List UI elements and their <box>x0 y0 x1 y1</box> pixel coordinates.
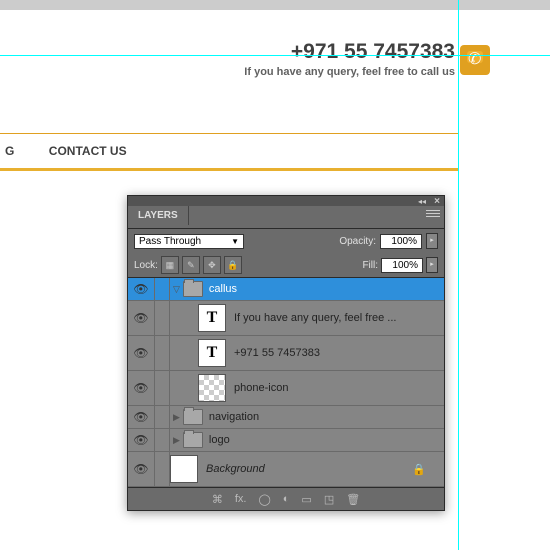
panel-tabs: LAYERS <box>128 206 444 229</box>
layer-name[interactable]: callus <box>209 283 444 295</box>
fill-label: Fill: <box>362 260 378 271</box>
lock-pixels-icon[interactable]: ✎ <box>182 256 200 274</box>
disclosure-icon[interactable]: ▶ <box>173 412 180 423</box>
text-layer-icon: T <box>198 304 226 332</box>
new-layer-icon[interactable]: ◳ <box>324 493 334 506</box>
folder-icon <box>183 409 203 425</box>
visibility-icon[interactable]: 👁 <box>128 301 155 335</box>
fill-arrow-icon[interactable]: ▸ <box>426 257 438 273</box>
fill-input[interactable]: 100% <box>381 258 423 273</box>
query-text: If you have any query, feel free to call… <box>244 66 455 78</box>
blend-mode-value: Pass Through <box>139 236 201 247</box>
link-layers-icon[interactable]: ⌘ <box>212 493 223 506</box>
folder-icon <box>183 281 203 297</box>
visibility-icon[interactable]: 👁 <box>128 452 155 486</box>
opacity-label: Opacity: <box>339 236 376 247</box>
lock-all-icon[interactable]: 🔒 <box>224 256 242 274</box>
header-block: +971 55 7457383 If you have any query, f… <box>244 40 455 78</box>
chevron-down-icon: ▼ <box>231 237 239 246</box>
visibility-icon[interactable]: 👁 <box>128 336 155 370</box>
layer-list: 👁 ▽ callus 👁 T If you have any query, fe… <box>128 278 444 487</box>
visibility-icon[interactable]: 👁 <box>128 429 155 451</box>
nav-item-contact[interactable]: CONTACT US <box>49 144 127 158</box>
fx-icon[interactable]: fx. <box>235 493 247 505</box>
link-column <box>155 336 170 370</box>
collapse-icon[interactable]: ◂◂ <box>418 197 426 206</box>
disclosure-icon[interactable]: ▶ <box>173 435 180 446</box>
layer-name[interactable]: If you have any query, feel free ... <box>234 312 444 324</box>
phone-icon <box>460 45 490 75</box>
blend-mode-select[interactable]: Pass Through ▼ <box>134 234 244 249</box>
layer-group-navigation[interactable]: 👁 ▶ navigation <box>128 406 444 429</box>
lock-position-icon[interactable]: ✥ <box>203 256 221 274</box>
link-column <box>155 406 170 428</box>
visibility-icon[interactable]: 👁 <box>128 371 155 405</box>
layer-background[interactable]: 👁 Background 🔒 <box>128 452 444 487</box>
trash-icon[interactable]: 🗑 <box>346 493 360 506</box>
ruler-top <box>0 0 550 10</box>
visibility-icon[interactable]: 👁 <box>128 278 155 300</box>
guide-vertical[interactable] <box>458 0 459 550</box>
lock-label: Lock: <box>134 260 158 271</box>
visibility-icon[interactable]: 👁 <box>128 406 155 428</box>
blend-row: Pass Through ▼ Opacity: 100% ▸ <box>128 229 444 253</box>
disclosure-icon[interactable]: ▽ <box>173 284 180 295</box>
layer-name[interactable]: navigation <box>209 411 444 423</box>
nav-bar: G CONTACT US <box>0 133 458 171</box>
guide-horizontal[interactable] <box>0 55 550 56</box>
link-column <box>155 371 170 405</box>
panel-footer: ⌘ fx. ◯ ◐ ▭ ◳ 🗑 <box>128 487 444 510</box>
lock-icon[interactable]: 🔒 <box>412 463 426 476</box>
layer-name[interactable]: +971 55 7457383 <box>234 347 444 359</box>
phone-number: +971 55 7457383 <box>244 40 455 64</box>
panel-titlebar[interactable]: ◂◂ × <box>128 196 444 206</box>
canvas: +971 55 7457383 If you have any query, f… <box>0 0 550 550</box>
text-layer-icon: T <box>198 339 226 367</box>
group-icon[interactable]: ▭ <box>301 493 311 506</box>
lock-row: Lock: ▦ ✎ ✥ 🔒 Fill: 100% ▸ <box>128 253 444 278</box>
layer-name[interactable]: Background <box>206 463 412 475</box>
background-thumb <box>170 455 198 483</box>
panel-menu-icon[interactable] <box>426 210 440 220</box>
layer-text-query[interactable]: 👁 T If you have any query, feel free ... <box>128 301 444 336</box>
layer-name[interactable]: logo <box>209 434 444 446</box>
layer-group-logo[interactable]: 👁 ▶ logo <box>128 429 444 452</box>
link-column <box>155 301 170 335</box>
layer-group-callus[interactable]: 👁 ▽ callus <box>128 278 444 301</box>
opacity-input[interactable]: 100% <box>380 234 422 249</box>
layers-panel[interactable]: ◂◂ × LAYERS Pass Through ▼ Opacity: 100%… <box>127 195 445 511</box>
link-column <box>155 429 170 451</box>
adjustment-icon[interactable]: ◐ <box>283 493 290 505</box>
link-column <box>155 452 170 486</box>
layer-name[interactable]: phone-icon <box>234 382 444 394</box>
lock-transparent-icon[interactable]: ▦ <box>161 256 179 274</box>
opacity-arrow-icon[interactable]: ▸ <box>426 233 438 249</box>
nav-item-partial[interactable]: G <box>5 144 14 158</box>
mask-icon[interactable]: ◯ <box>258 493 270 506</box>
tab-layers[interactable]: LAYERS <box>128 206 189 225</box>
layer-phone-icon[interactable]: 👁 phone-icon <box>128 371 444 406</box>
raster-layer-icon <box>198 374 226 402</box>
link-column <box>155 278 170 300</box>
layer-text-phone[interactable]: 👁 T +971 55 7457383 <box>128 336 444 371</box>
folder-icon <box>183 432 203 448</box>
